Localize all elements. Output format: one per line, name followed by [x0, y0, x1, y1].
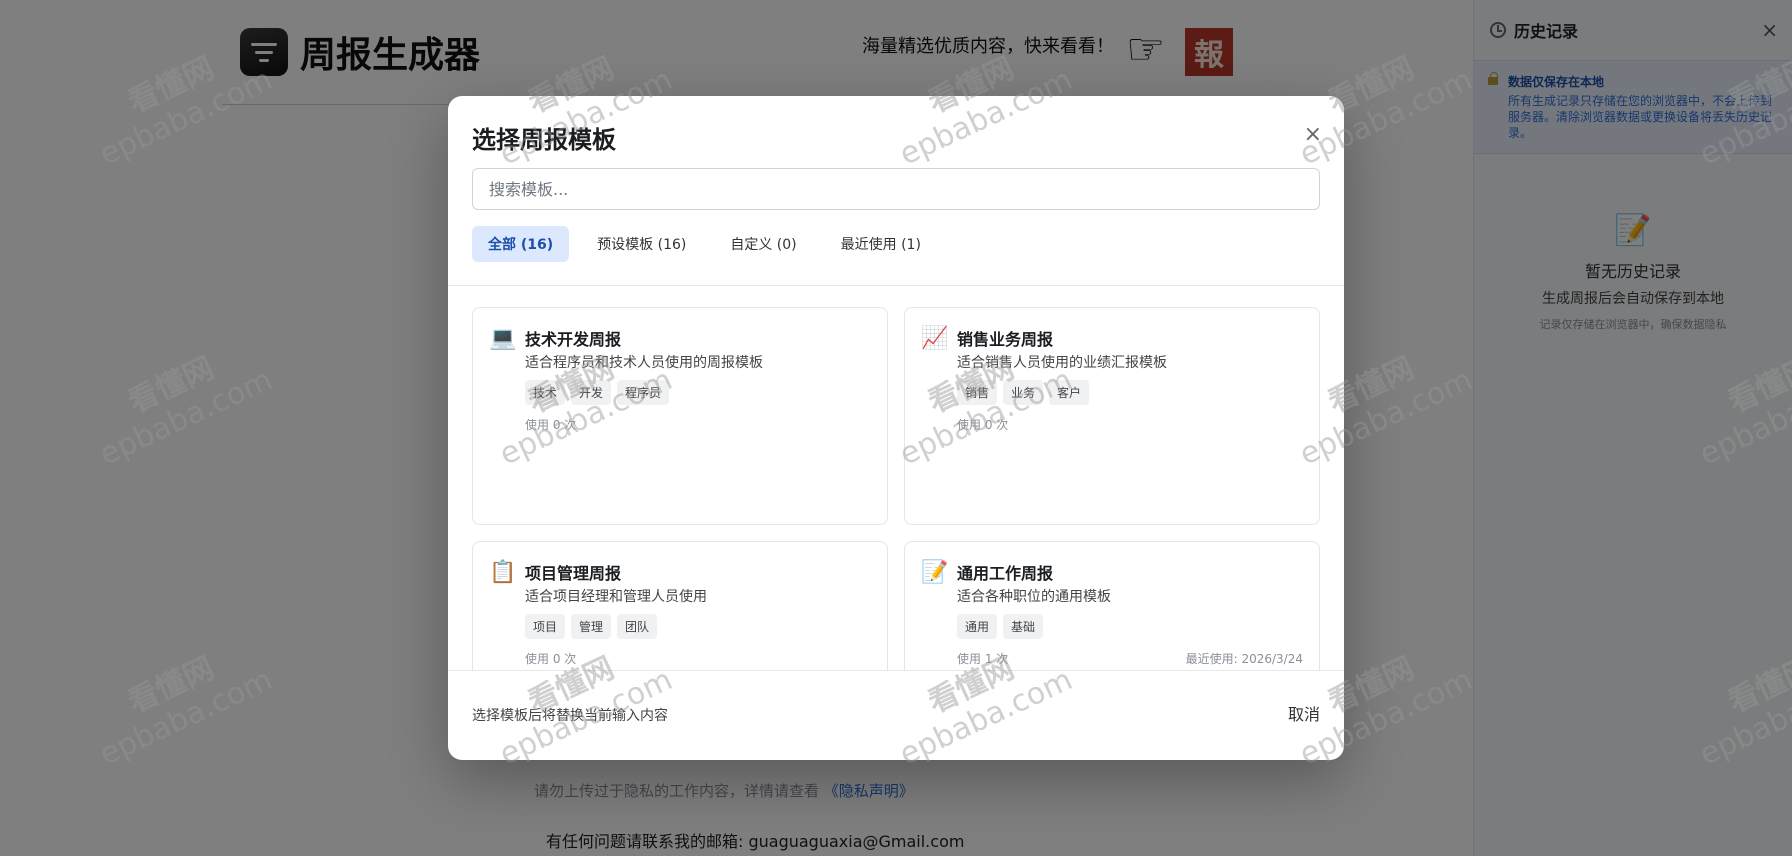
memo-icon: 📝	[921, 560, 949, 585]
template-picker-modal: 选择周报模板 × 全部 (16) 预设模板 (16) 自定义 (0) 最近使用 …	[448, 96, 1344, 760]
tag: 基础	[1003, 614, 1044, 639]
template-tags: 技术 开发 程序员	[525, 380, 670, 405]
template-card-tech[interactable]: 💻 技术开发周报 适合程序员和技术人员使用的周报模板 技术 开发 程序员 使用 …	[472, 307, 888, 525]
template-card-general[interactable]: 📝 通用工作周报 适合各种职位的通用模板 通用 基础 使用 1 次 最近使用: …	[904, 541, 1320, 670]
tab-custom[interactable]: 自定义 (0)	[714, 226, 812, 262]
usage-count: 使用 1 次	[957, 652, 1009, 666]
tag: 开发	[571, 380, 612, 405]
clipboard-icon: 📋	[489, 560, 517, 585]
tag: 团队	[617, 614, 658, 639]
footer-note: 选择模板后将替换当前输入内容	[472, 708, 668, 724]
last-used-date: 最近使用: 2026/3/24	[1185, 652, 1303, 666]
template-tags: 通用 基础	[957, 614, 1044, 639]
modal-footer: 选择模板后将替换当前输入内容 取消	[448, 670, 1344, 760]
cancel-button[interactable]: 取消	[1288, 701, 1320, 725]
template-title: 销售业务周报	[957, 330, 1054, 349]
tag: 业务	[1003, 380, 1044, 405]
template-title: 项目管理周报	[525, 564, 622, 583]
template-tags: 项目 管理 团队	[525, 614, 658, 639]
tag: 销售	[957, 380, 998, 405]
tab-recent[interactable]: 最近使用 (1)	[825, 226, 937, 262]
tag: 技术	[525, 380, 566, 405]
template-search-input[interactable]	[472, 168, 1320, 210]
tag: 客户	[1049, 380, 1090, 405]
template-tags: 销售 业务 客户	[957, 380, 1090, 405]
template-desc: 适合销售人员使用的业绩汇报模板	[957, 355, 1167, 371]
close-icon[interactable]: ×	[1304, 122, 1322, 147]
tag: 项目	[525, 614, 566, 639]
tag: 通用	[957, 614, 998, 639]
template-desc: 适合项目经理和管理人员使用	[525, 589, 707, 605]
tab-preset[interactable]: 预设模板 (16)	[581, 226, 702, 262]
modal-title: 选择周报模板	[472, 126, 616, 154]
laptop-icon: 💻	[489, 326, 517, 351]
template-list[interactable]: 💻 技术开发周报 适合程序员和技术人员使用的周报模板 技术 开发 程序员 使用 …	[448, 286, 1344, 670]
tag: 管理	[571, 614, 612, 639]
template-tabs: 全部 (16) 预设模板 (16) 自定义 (0) 最近使用 (1)	[472, 226, 937, 262]
template-title: 技术开发周报	[525, 330, 622, 349]
template-desc: 适合各种职位的通用模板	[957, 589, 1111, 605]
template-card-sales[interactable]: 📈 销售业务周报 适合销售人员使用的业绩汇报模板 销售 业务 客户 使用 0 次	[904, 307, 1320, 525]
chart-up-icon: 📈	[921, 326, 949, 351]
template-title: 通用工作周报	[957, 564, 1054, 583]
usage-count: 使用 0 次	[525, 652, 577, 666]
usage-count: 使用 0 次	[525, 418, 577, 432]
usage-count: 使用 0 次	[957, 418, 1009, 432]
tab-all[interactable]: 全部 (16)	[472, 226, 570, 262]
template-desc: 适合程序员和技术人员使用的周报模板	[525, 355, 763, 371]
template-card-project[interactable]: 📋 项目管理周报 适合项目经理和管理人员使用 项目 管理 团队 使用 0 次	[472, 541, 888, 670]
tag: 程序员	[617, 380, 670, 405]
